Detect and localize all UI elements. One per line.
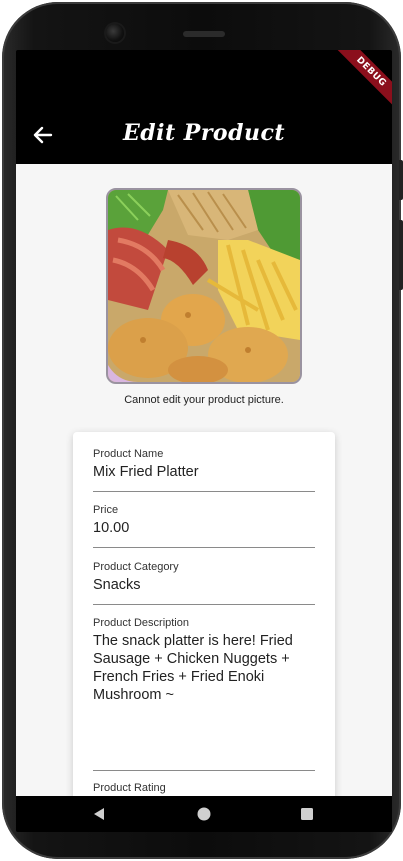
product-description-underline <box>93 770 315 771</box>
nav-recents-button[interactable] <box>300 807 314 826</box>
phone-frame: DEBUG Edit Product Cannot edit your prod… <box>0 0 403 861</box>
nav-back-button[interactable] <box>92 807 106 826</box>
page-title: Edit Product <box>122 120 286 146</box>
product-image <box>106 188 302 384</box>
product-description-value[interactable]: The snack platter is here! Fried Sausage… <box>93 632 315 704</box>
product-category-label: Product Category <box>93 561 179 573</box>
product-name-field[interactable]: Product Name Mix Fried Platter <box>93 448 315 492</box>
price-value[interactable]: 10.00 <box>93 519 315 537</box>
debug-banner: DEBUG <box>334 50 392 109</box>
earpiece-speaker <box>183 31 225 37</box>
nav-home-button[interactable] <box>197 807 211 826</box>
device-screen: DEBUG Edit Product Cannot edit your prod… <box>16 50 392 832</box>
price-label: Price <box>93 504 119 516</box>
front-camera <box>106 24 124 42</box>
product-description-field[interactable]: Product Description The snack platter is… <box>93 617 315 771</box>
price-underline <box>93 547 315 548</box>
product-name-label: Product Name <box>93 448 164 460</box>
android-nav-bar <box>16 796 392 832</box>
recents-square-icon <box>301 808 313 820</box>
price-field[interactable]: Price 10.00 <box>93 504 315 548</box>
back-triangle-icon <box>94 808 104 820</box>
phone-body: DEBUG Edit Product Cannot edit your prod… <box>2 2 401 859</box>
fried-platter-photo <box>108 190 300 382</box>
product-name-value[interactable]: Mix Fried Platter <box>93 463 315 481</box>
power-button <box>399 220 403 290</box>
volume-button <box>399 160 403 200</box>
product-rating-label: Product Rating <box>93 782 166 794</box>
image-edit-note: Cannot edit your product picture. <box>124 394 284 406</box>
app-bar: Edit Product <box>16 106 392 164</box>
product-form-card: Product Name Mix Fried Platter Price 10.… <box>73 432 335 796</box>
product-category-value[interactable]: Snacks <box>93 576 315 594</box>
product-description-label: Product Description <box>93 617 189 629</box>
product-name-underline <box>93 491 315 492</box>
product-category-underline <box>93 604 315 605</box>
product-category-field[interactable]: Product Category Snacks <box>93 561 315 605</box>
product-rating-field[interactable]: Product Rating <box>93 782 315 796</box>
edit-product-content: Cannot edit your product picture. Produc… <box>16 164 392 796</box>
home-circle-icon <box>197 807 211 821</box>
